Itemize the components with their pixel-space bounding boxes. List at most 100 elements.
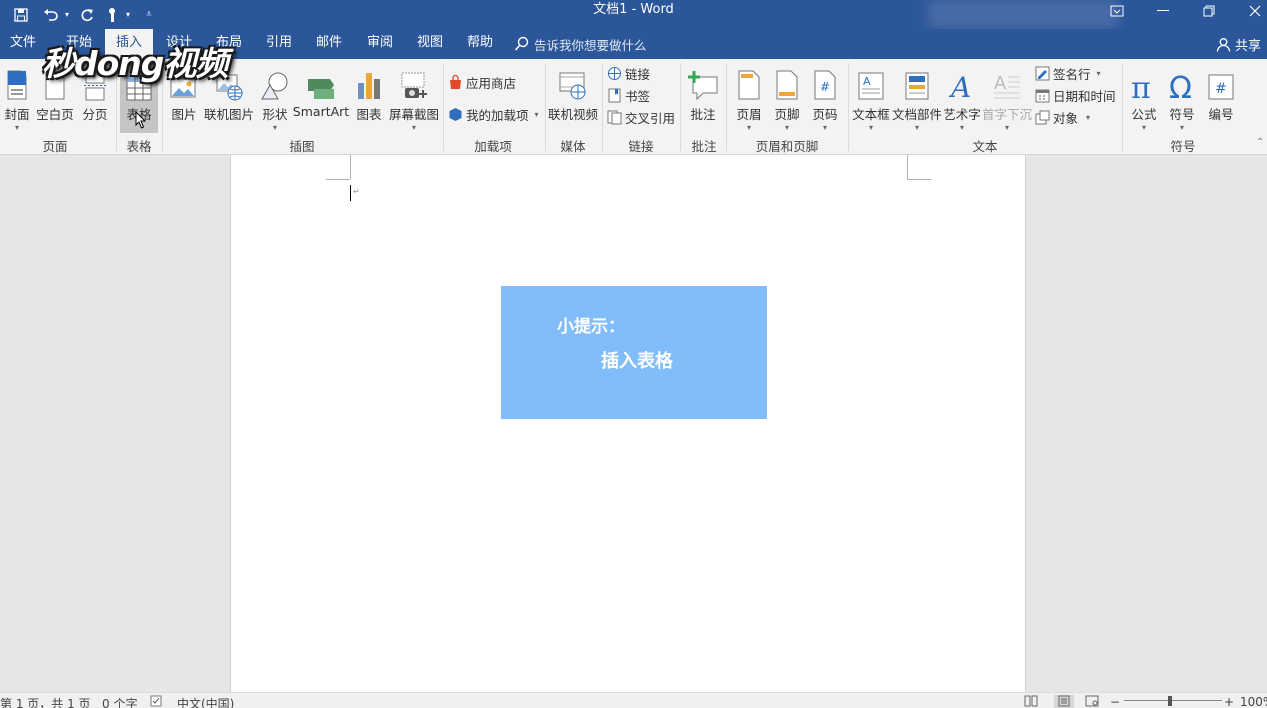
chevron-down-icon: ▾: [868, 123, 873, 132]
wordart-label: 艺术字: [943, 107, 981, 122]
zoom-level[interactable]: 100%: [1240, 695, 1267, 708]
restore-icon[interactable]: [1186, 0, 1232, 22]
group-comments-label: 批注: [691, 139, 717, 154]
group-links-label: 链接: [628, 139, 654, 154]
title-bar: ▾ ▾ ⩡ 文档1 - Word: [0, 0, 1267, 29]
comment-label: 批注: [690, 107, 716, 122]
tab-mailings[interactable]: 邮件: [306, 29, 352, 59]
tab-references[interactable]: 引用: [256, 29, 302, 59]
link-icon: [608, 67, 621, 80]
paragraph-mark: ↵: [353, 187, 360, 196]
tab-help[interactable]: 帮助: [457, 29, 503, 59]
cover-page-button[interactable]: 封面 ▾: [2, 59, 32, 132]
ribbon-display-options-icon[interactable]: [1094, 0, 1140, 22]
page-count[interactable]: 第 1 页，共 1 页: [0, 695, 91, 708]
my-addins-label: 我的加载项: [466, 108, 529, 123]
date-time-label: 日期和时间: [1053, 89, 1116, 104]
read-mode-icon[interactable]: [1024, 695, 1038, 708]
chevron-down-icon: ▾: [272, 123, 277, 132]
text-box-button[interactable]: A 文本框 ▾: [852, 59, 890, 132]
cross-reference-icon: [607, 110, 622, 125]
footer-label: 页脚: [774, 107, 800, 122]
object-label: 对象: [1053, 111, 1079, 126]
corner-mark: [326, 179, 350, 180]
shapes-button[interactable]: 形状 ▾: [258, 59, 292, 132]
group-header-footer-label: 页眉和页脚: [755, 139, 819, 154]
smartart-label: SmartArt: [292, 104, 350, 119]
svg-text:#: #: [1215, 81, 1227, 97]
text-box-icon: A: [858, 72, 884, 100]
quick-parts-button[interactable]: 文档部件 ▾: [892, 59, 942, 132]
group-text-label: 文本: [972, 139, 998, 154]
page-number-button[interactable]: # 页码 ▾: [808, 59, 842, 132]
number-button[interactable]: # 编号: [1203, 59, 1239, 123]
smartart-button[interactable]: SmartArt: [292, 59, 350, 119]
document-area: ↵: [0, 155, 1267, 692]
symbol-button[interactable]: Ω 符号 ▾: [1164, 59, 1200, 132]
chart-button[interactable]: 图表: [352, 59, 386, 123]
group-addins-label: 加载项: [474, 139, 512, 154]
share-button[interactable]: 共享: [1216, 29, 1261, 59]
blurred-account-area: [928, 0, 1118, 28]
footer-button[interactable]: 页脚 ▾: [770, 59, 804, 132]
wordart-button[interactable]: A 艺术字 ▾: [943, 59, 981, 132]
web-layout-icon[interactable]: [1085, 695, 1099, 708]
bookmark-icon: [608, 88, 621, 103]
comment-button[interactable]: 批注: [684, 59, 722, 123]
group-media-label: 媒体: [560, 139, 586, 154]
chevron-down-icon: ▾: [534, 110, 539, 119]
tab-view[interactable]: 视图: [407, 29, 453, 59]
close-icon[interactable]: [1232, 0, 1267, 22]
drop-cap-label: 首字下沉: [982, 107, 1033, 122]
drop-cap-button[interactable]: A 首字下沉 ▾: [982, 59, 1033, 132]
language[interactable]: 中文(中国): [177, 695, 234, 708]
signature-line-icon: [1035, 66, 1050, 81]
quick-parts-label: 文档部件: [892, 107, 943, 122]
corner-mark: [907, 155, 908, 179]
word-count[interactable]: 0 个字: [102, 695, 137, 708]
omega-icon: Ω: [1169, 71, 1192, 101]
zoom-out-icon[interactable]: −: [1110, 695, 1120, 708]
bookmark-label: 书签: [625, 89, 651, 104]
screenshot-button[interactable]: 屏幕截图 ▾: [388, 59, 440, 132]
app-store-button[interactable]: 应用商店: [448, 73, 516, 92]
zoom-in-icon[interactable]: +: [1224, 695, 1234, 708]
print-layout-icon[interactable]: [1054, 695, 1074, 708]
wordart-icon: A: [948, 71, 971, 101]
object-button[interactable]: 对象 ▾: [1035, 108, 1090, 127]
online-video-icon: [559, 72, 586, 100]
shapes-icon: [261, 72, 288, 100]
tab-file[interactable]: 文件: [0, 29, 46, 59]
search-placeholder: 告诉我你想要做什么: [534, 37, 647, 53]
person-icon: [1216, 37, 1231, 52]
drop-cap-icon: A: [994, 73, 1020, 99]
date-time-button[interactable]: 日期和时间: [1035, 86, 1116, 105]
object-icon: [1035, 110, 1050, 125]
collapse-ribbon-icon[interactable]: ⌃: [1256, 137, 1264, 148]
minimize-icon[interactable]: [1140, 0, 1186, 22]
signature-line-button[interactable]: 签名行 ▾: [1035, 64, 1101, 83]
header-button[interactable]: 页眉 ▾: [732, 59, 766, 132]
chevron-down-icon: ▾: [914, 123, 919, 132]
svg-text:A: A: [994, 73, 1007, 94]
svg-text:A: A: [948, 71, 971, 101]
cross-reference-button[interactable]: 交叉引用: [607, 108, 675, 127]
link-label: 链接: [625, 67, 651, 82]
my-addins-button[interactable]: 我的加载项 ▾: [448, 105, 539, 124]
proofing-icon[interactable]: [150, 695, 164, 708]
chevron-down-icon: ▾: [1096, 69, 1101, 78]
svg-text:#: #: [820, 80, 830, 94]
zoom-slider-thumb[interactable]: [1168, 696, 1172, 706]
online-video-button[interactable]: 联机视频: [548, 59, 598, 123]
tell-me-search[interactable]: 告诉我你想要做什么: [514, 29, 647, 59]
mouse-cursor-icon: [135, 111, 147, 129]
chart-label: 图表: [356, 107, 382, 122]
link-button[interactable]: 链接: [607, 64, 650, 83]
online-picture-label: 联机图片: [203, 107, 254, 122]
document-page[interactable]: ↵: [230, 155, 1026, 692]
header-icon: [738, 70, 760, 100]
equation-button[interactable]: π 公式 ▾: [1126, 59, 1162, 132]
tab-review[interactable]: 审阅: [357, 29, 403, 59]
bookmark-button[interactable]: 书签: [607, 86, 650, 105]
zoom-slider[interactable]: [1124, 700, 1222, 701]
